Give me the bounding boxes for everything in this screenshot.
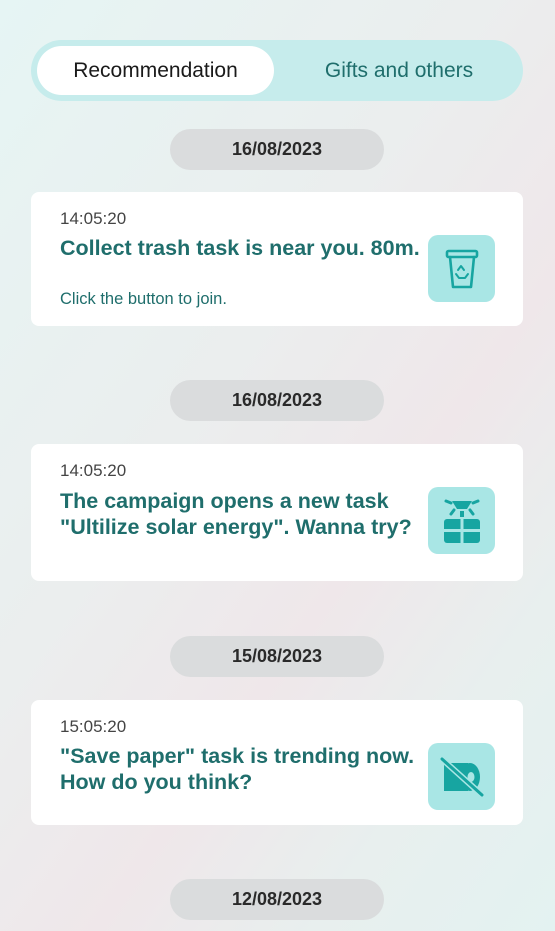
notification-card[interactable]: 14:05:20 Collect trash task is near you.… — [31, 192, 523, 326]
notification-time: 14:05:20 — [60, 209, 127, 228]
tab-switcher: Recommendation Gifts and others — [31, 40, 523, 101]
date-separator: 15/08/2023 — [170, 636, 384, 677]
date-separator: 16/08/2023 — [170, 129, 384, 170]
notification-time: 15:05:20 — [60, 717, 127, 736]
notification-message: Collect trash task is near you. 80m. — [60, 236, 420, 260]
notification-card[interactable]: 14:05:20 The campaign opens a new task "… — [31, 444, 523, 581]
tab-gifts-and-others[interactable]: Gifts and others — [281, 46, 517, 95]
notification-time: 14:05:20 — [60, 461, 127, 480]
tab-recommendation[interactable]: Recommendation — [37, 46, 274, 95]
date-separator: 12/08/2023 — [170, 879, 384, 920]
recycle-bin-icon — [428, 235, 495, 302]
notification-subtext: Click the button to join. — [60, 290, 227, 308]
notification-message: "Save paper" task is trending now. How d… — [60, 744, 415, 794]
solar-panel-icon — [428, 487, 495, 554]
no-paper-icon — [428, 743, 495, 810]
notification-card[interactable]: 15:05:20 "Save paper" task is trending n… — [31, 700, 523, 825]
date-separator: 16/08/2023 — [170, 380, 384, 421]
notification-message: The campaign opens a new task "Ultilize … — [60, 489, 412, 539]
